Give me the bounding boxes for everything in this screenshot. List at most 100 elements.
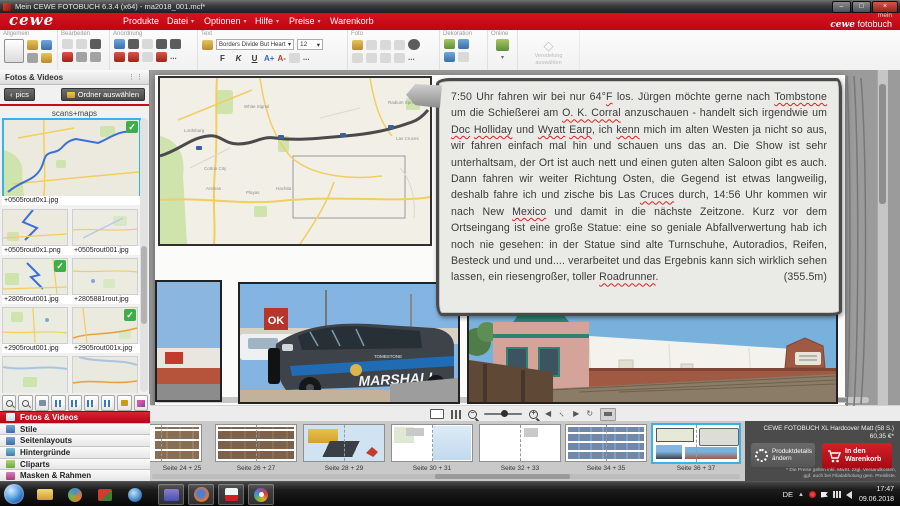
undo-icon[interactable] bbox=[62, 39, 73, 49]
page-thumb-28-29[interactable] bbox=[303, 424, 385, 462]
copy-icon[interactable] bbox=[76, 52, 87, 62]
network-status-icon[interactable] bbox=[833, 491, 841, 498]
rotate-object-icon[interactable] bbox=[128, 39, 139, 49]
taskbar-picasa-icon[interactable] bbox=[248, 484, 274, 505]
clock[interactable]: 17:4709.06.2018 bbox=[859, 485, 894, 504]
page-thumb-32-33[interactable] bbox=[479, 424, 561, 462]
back-to-pics-button[interactable]: ‹pics bbox=[4, 88, 35, 101]
product-details-button[interactable]: Produktdetails ändern bbox=[751, 443, 815, 467]
photo-clone-icon[interactable] bbox=[366, 53, 377, 63]
zoom-in-tool-icon[interactable] bbox=[18, 395, 32, 411]
rotate-view-icon[interactable]: ↻ bbox=[586, 408, 593, 420]
more-text-options-icon[interactable]: ... bbox=[303, 53, 310, 63]
menu-optionen[interactable]: Optionen▾ bbox=[204, 16, 247, 26]
taskbar-network-app-icon[interactable] bbox=[122, 484, 148, 505]
sidebar-item-cliparts[interactable]: Cliparts bbox=[0, 458, 150, 470]
choose-folder-button[interactable]: Ordner auswählen bbox=[61, 88, 145, 101]
tray-expand-icon[interactable]: ▲ bbox=[798, 492, 804, 498]
panel-grip-icon[interactable]: ⋮⋮ bbox=[128, 73, 144, 81]
canvas-vertical-scrollbar[interactable] bbox=[877, 70, 888, 405]
photo-thumbnail[interactable] bbox=[72, 356, 138, 393]
volume-icon[interactable] bbox=[846, 491, 852, 499]
rotate-right-icon[interactable] bbox=[128, 52, 139, 62]
sidebar-scrollbar[interactable] bbox=[140, 118, 148, 392]
previous-page-icon[interactable]: ◀ bbox=[545, 408, 551, 420]
redo-icon[interactable] bbox=[76, 39, 87, 49]
page-thumb-26-27[interactable] bbox=[215, 424, 297, 462]
page-thumb-24-25[interactable] bbox=[150, 424, 202, 462]
spread-view-toggle[interactable] bbox=[600, 408, 616, 421]
chevron-down-icon[interactable]: ▾ bbox=[501, 54, 504, 61]
bold-button[interactable]: F bbox=[216, 54, 229, 63]
photo-thumbnail[interactable]: ✓ bbox=[72, 307, 138, 344]
photo-thumbnail[interactable] bbox=[2, 307, 68, 344]
cut-scissors-icon[interactable] bbox=[62, 52, 73, 62]
sort-type-icon[interactable] bbox=[84, 395, 98, 411]
background-icon[interactable] bbox=[444, 39, 455, 49]
start-button[interactable] bbox=[4, 484, 24, 504]
taskbar-mediaplayer-icon[interactable] bbox=[62, 484, 88, 505]
photo-building[interactable] bbox=[467, 310, 838, 404]
overview-grid-icon[interactable] bbox=[451, 410, 461, 419]
assistant-wand-icon[interactable] bbox=[41, 53, 52, 63]
align-grid-icon[interactable] bbox=[114, 39, 125, 49]
filmstrip-scrollbar[interactable] bbox=[152, 474, 740, 479]
sidebar-item-masken-rahmen[interactable]: Masken & Rahmen bbox=[0, 469, 150, 481]
sort-date-icon[interactable] bbox=[68, 395, 82, 411]
show-used-photos-icon[interactable] bbox=[117, 395, 131, 411]
zoom-in-icon[interactable]: + bbox=[529, 410, 538, 419]
page-thumb-36-37-selected[interactable] bbox=[651, 423, 741, 464]
zoom-slider[interactable] bbox=[484, 413, 522, 415]
action-center-flag-icon[interactable] bbox=[821, 492, 828, 498]
menu-warenkorb[interactable]: Warenkorb bbox=[330, 16, 374, 26]
remove-object-icon[interactable] bbox=[156, 52, 167, 62]
delete-trash-icon[interactable] bbox=[90, 39, 101, 49]
taskbar-firefox-icon[interactable] bbox=[188, 484, 214, 505]
menu-preise[interactable]: Preise▾ bbox=[289, 16, 321, 26]
flip-icon[interactable] bbox=[142, 52, 153, 62]
sidebar-item-fotos-videos[interactable]: Fotos & Videos bbox=[0, 411, 150, 423]
page-thumb-34-35[interactable] bbox=[565, 424, 647, 462]
sort-used-icon[interactable] bbox=[101, 395, 115, 411]
sort-name-icon[interactable] bbox=[51, 395, 65, 411]
taskbar-photoapp-icon[interactable] bbox=[158, 484, 184, 505]
zoom-out-tool-icon[interactable] bbox=[2, 395, 16, 411]
more-options-icon[interactable]: ... bbox=[170, 52, 177, 62]
insert-textbox-icon[interactable] bbox=[202, 40, 213, 50]
rotate-left-icon[interactable] bbox=[114, 52, 125, 62]
zoom-out-icon[interactable]: − bbox=[468, 410, 477, 419]
filter-photos-icon[interactable] bbox=[134, 395, 148, 411]
text-align-icon[interactable] bbox=[289, 53, 300, 63]
photo-thumbnail-selected[interactable]: ✓ bbox=[2, 118, 141, 198]
paste-icon[interactable] bbox=[90, 52, 101, 62]
photo-thumbnail[interactable] bbox=[72, 258, 138, 295]
fit-screen-icon[interactable] bbox=[430, 409, 444, 419]
new-project-icon[interactable] bbox=[41, 40, 52, 50]
map-photo[interactable]: Lordsburg White Signal Cotton City Anima… bbox=[158, 76, 432, 246]
bring-front-icon[interactable] bbox=[142, 39, 153, 49]
tray-app-icon[interactable] bbox=[809, 491, 816, 498]
minimize-button[interactable]: – bbox=[832, 1, 851, 13]
menu-datei[interactable]: Datei▾ bbox=[167, 16, 194, 26]
clipart-icon[interactable] bbox=[458, 39, 469, 49]
menu-produkte[interactable]: Produkte bbox=[123, 16, 159, 26]
maximize-button[interactable]: □ bbox=[852, 1, 871, 13]
photo-rotate-icon[interactable] bbox=[380, 40, 391, 50]
menu-hilfe[interactable]: Hilfe▾ bbox=[255, 16, 279, 26]
language-indicator[interactable]: DE bbox=[783, 490, 793, 499]
photo-filter-icon[interactable] bbox=[408, 39, 420, 50]
insert-photo-icon[interactable] bbox=[352, 40, 363, 50]
open-project-icon[interactable] bbox=[27, 40, 38, 50]
photo-thumbnail[interactable] bbox=[72, 209, 138, 246]
taskbar-imageviewer-icon[interactable] bbox=[92, 484, 118, 505]
save-icon[interactable] bbox=[4, 39, 24, 63]
frame-icon[interactable] bbox=[458, 52, 469, 62]
photo-left-partial[interactable] bbox=[155, 280, 222, 402]
font-size-select[interactable]: 12▾ bbox=[297, 39, 323, 50]
sidebar-item-seitenlayouts[interactable]: Seitenlayouts bbox=[0, 434, 150, 446]
zoom-slider-handle[interactable] bbox=[501, 410, 508, 417]
photo-swap-icon[interactable] bbox=[394, 40, 405, 50]
journal-text-box[interactable]: 7:50 Uhr fahren wir bei nur 64°F los. Jü… bbox=[436, 78, 842, 316]
more-photo-options-icon[interactable]: ... bbox=[408, 53, 415, 63]
photo-thumbnail[interactable] bbox=[2, 209, 68, 246]
